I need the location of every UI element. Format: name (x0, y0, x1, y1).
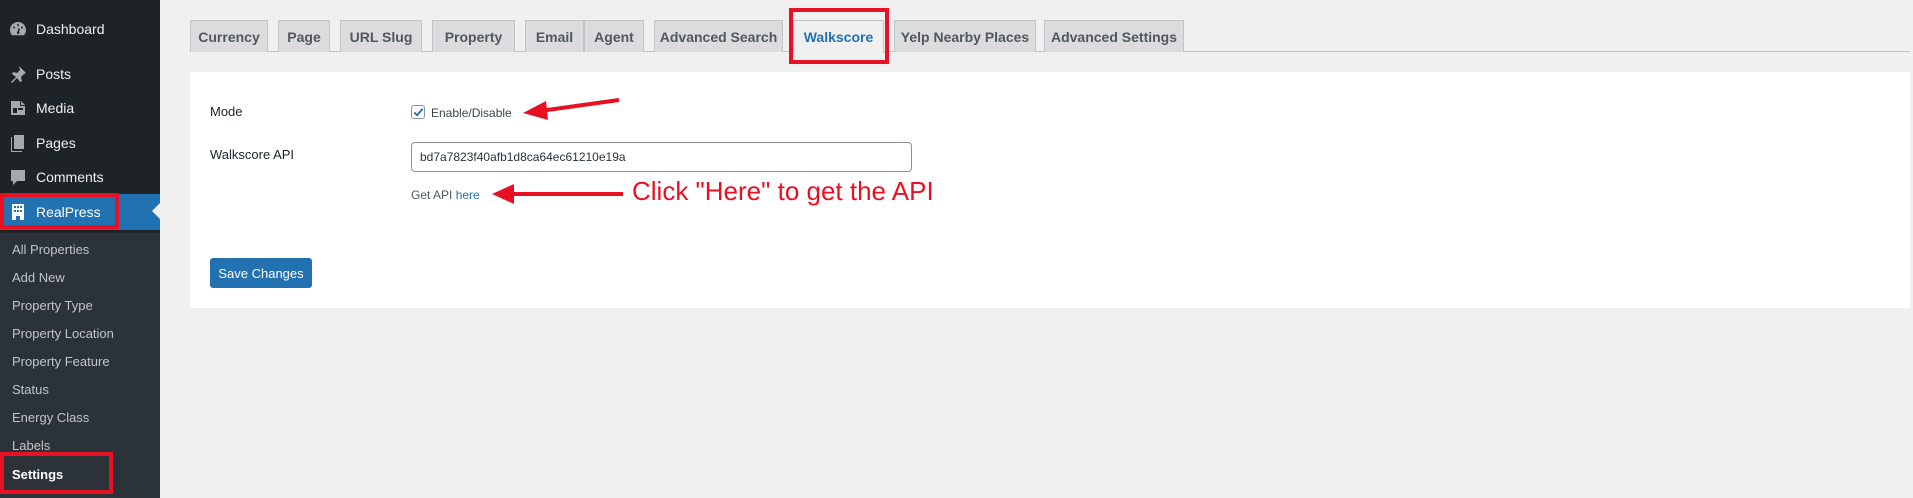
tab-page[interactable]: Page (278, 20, 330, 52)
pin-icon (0, 64, 36, 84)
get-api-link[interactable]: here (456, 188, 480, 202)
get-api-prefix: Get API (411, 188, 453, 202)
admin-sidebar: Dashboard Posts Media Pages Comments Rea… (0, 0, 160, 498)
submenu-add-new[interactable]: Add New (12, 268, 65, 288)
settings-tabs: Currency Page URL Slug Property Email Ag… (190, 18, 1910, 53)
pages-icon (0, 133, 36, 153)
submenu-status[interactable]: Status (12, 380, 49, 400)
menu-label: Dashboard (36, 21, 105, 37)
mode-checkbox-label[interactable]: Enable/Disable (431, 106, 512, 120)
menu-label: Pages (36, 135, 76, 151)
checkmark-icon (413, 108, 424, 117)
tab-property[interactable]: Property (432, 20, 515, 52)
walkscore-api-input[interactable] (411, 142, 912, 172)
tab-advanced-settings[interactable]: Advanced Settings (1044, 20, 1184, 52)
tab-agent[interactable]: Agent (584, 20, 644, 52)
menu-item-media[interactable]: Media (0, 91, 160, 125)
comments-icon (0, 167, 36, 187)
menu-item-comments[interactable]: Comments (0, 160, 160, 194)
active-menu-arrow (152, 203, 160, 219)
tab-advanced-search[interactable]: Advanced Search (654, 20, 783, 52)
get-api-text: Get API here (411, 188, 480, 202)
walkscore-settings-panel: Mode Enable/Disable Walkscore API Get AP… (190, 72, 1910, 308)
highlight-box-walkscore-tab (789, 8, 889, 64)
tab-url-slug[interactable]: URL Slug (340, 20, 422, 52)
menu-item-pages[interactable]: Pages (0, 126, 160, 160)
menu-label: Comments (36, 169, 104, 185)
highlight-box-realpress (0, 193, 119, 229)
menu-label: Posts (36, 66, 72, 82)
dashboard-icon (0, 19, 36, 39)
media-icon (0, 98, 36, 118)
submenu-property-type[interactable]: Property Type (12, 296, 93, 316)
tab-yelp-nearby-places[interactable]: Yelp Nearby Places (894, 20, 1036, 52)
walkscore-api-label: Walkscore API (210, 147, 295, 162)
mode-checkbox[interactable] (411, 105, 425, 119)
submenu-property-location[interactable]: Property Location (12, 324, 114, 344)
annotation-callout-text: Click "Here" to get the API (632, 176, 934, 206)
menu-label: Media (36, 100, 75, 116)
submenu-energy-class[interactable]: Energy Class (12, 408, 89, 428)
tab-currency[interactable]: Currency (190, 20, 268, 52)
submenu-property-feature[interactable]: Property Feature (12, 352, 110, 372)
menu-item-posts[interactable]: Posts (0, 57, 160, 91)
tab-email[interactable]: Email (525, 20, 584, 52)
submenu-all-properties[interactable]: All Properties (12, 240, 89, 260)
mode-label: Mode (210, 104, 243, 119)
save-changes-button[interactable]: Save Changes (210, 258, 312, 288)
highlight-box-settings (0, 452, 113, 494)
menu-item-dashboard[interactable]: Dashboard (0, 12, 160, 46)
